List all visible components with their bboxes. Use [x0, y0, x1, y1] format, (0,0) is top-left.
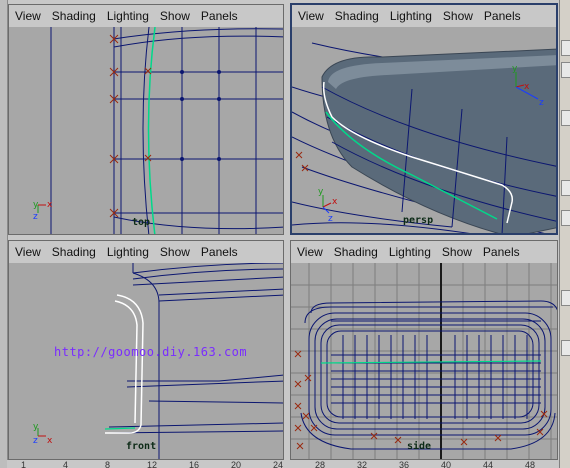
panel-tab[interactable] [561, 110, 570, 126]
menu-view[interactable]: View [15, 9, 41, 23]
viewport-side[interactable]: View Shading Lighting Show Panels side [290, 240, 558, 460]
menu-panels[interactable]: Panels [201, 245, 238, 259]
viewport-persp[interactable]: View Shading Lighting Show Panels y x z … [290, 3, 558, 235]
panel-menubar: View Shading Lighting Show Panels [291, 241, 557, 263]
viewport-front[interactable]: View Shading Lighting Show Panels y z x … [8, 240, 284, 460]
svg-text:x: x [524, 82, 530, 92]
axis-gizmo-top: y x z [33, 200, 53, 222]
menu-shading[interactable]: Shading [52, 245, 96, 259]
time-tick: 8 [105, 460, 111, 468]
panel-tab[interactable] [561, 210, 570, 226]
menu-lighting[interactable]: Lighting [107, 9, 149, 23]
panel-menubar: View Shading Lighting Show Panels [9, 5, 283, 27]
side-view-grid [291, 263, 557, 459]
time-tick: 20 [231, 460, 242, 468]
camera-label-front: front [126, 441, 157, 452]
viewport-canvas-side[interactable]: side [291, 263, 557, 459]
viewport-top[interactable]: View Shading Lighting Show Panels y x z … [8, 4, 284, 235]
panel-tab[interactable] [561, 340, 570, 356]
viewport-canvas-front[interactable]: y z x http://goomoo.diy.163.com front [9, 263, 283, 459]
panel-tab[interactable] [561, 62, 570, 78]
svg-text:z: z [33, 436, 38, 446]
menu-lighting[interactable]: Lighting [390, 9, 432, 23]
menu-view[interactable]: View [15, 245, 41, 259]
camera-label-persp: persp [403, 215, 434, 226]
time-tick: 36 [399, 460, 410, 468]
time-tick: 12 [147, 460, 158, 468]
time-tick: 40 [441, 460, 452, 468]
panel-tab[interactable] [561, 180, 570, 196]
menu-show[interactable]: Show [443, 9, 473, 23]
panel-tab[interactable] [561, 40, 570, 56]
time-tick: 48 [525, 460, 536, 468]
panel-menubar: View Shading Lighting Show Panels [292, 5, 556, 27]
menu-view[interactable]: View [298, 9, 324, 23]
time-tick: 44 [483, 460, 494, 468]
camera-label-top: top [132, 217, 151, 228]
panel-menubar: View Shading Lighting Show Panels [9, 241, 283, 263]
menu-view[interactable]: View [297, 245, 323, 259]
front-view-curves: y z x [33, 263, 283, 459]
svg-text:y: y [512, 64, 518, 74]
axis-gizmo-front: y z x [33, 422, 53, 446]
menu-shading[interactable]: Shading [335, 9, 379, 23]
top-view-curves: y x z [33, 27, 283, 234]
menu-lighting[interactable]: Lighting [389, 245, 431, 259]
right-panel-strip [559, 0, 570, 468]
left-tool-strip [0, 0, 8, 468]
svg-text:x: x [332, 197, 338, 207]
time-tick: 32 [357, 460, 368, 468]
menu-lighting[interactable]: Lighting [107, 245, 149, 259]
menu-panels[interactable]: Panels [483, 245, 520, 259]
svg-text:y: y [33, 200, 39, 210]
time-slider[interactable]: 1 4 8 12 16 20 24 28 32 36 40 44 48 [7, 460, 559, 468]
menu-panels[interactable]: Panels [201, 9, 238, 23]
time-tick: 16 [189, 460, 200, 468]
time-tick: 1 [21, 460, 27, 468]
axis-gizmo-persp: y x z [318, 187, 338, 224]
maya-workspace: View Shading Lighting Show Panels y x z … [0, 0, 570, 468]
time-tick: 28 [315, 460, 326, 468]
menu-show[interactable]: Show [442, 245, 472, 259]
svg-text:z: z [539, 98, 544, 108]
svg-text:z: z [328, 214, 333, 224]
svg-text:y: y [33, 422, 39, 432]
viewport-canvas-top[interactable]: y x z top [9, 27, 283, 234]
menu-show[interactable]: Show [160, 245, 190, 259]
menu-shading[interactable]: Shading [52, 9, 96, 23]
svg-text:x: x [47, 200, 53, 210]
menu-panels[interactable]: Panels [484, 9, 521, 23]
menu-show[interactable]: Show [160, 9, 190, 23]
svg-text:y: y [318, 187, 324, 197]
time-tick: 24 [273, 460, 284, 468]
watermark-url: http://goomoo.diy.163.com [54, 345, 248, 359]
camera-label-side: side [407, 441, 432, 452]
panel-tab[interactable] [561, 290, 570, 306]
menu-shading[interactable]: Shading [334, 245, 378, 259]
time-tick: 4 [63, 460, 69, 468]
viewport-canvas-persp[interactable]: y x z y x z persp [292, 27, 556, 233]
svg-text:x: x [47, 436, 53, 446]
svg-text:z: z [33, 212, 38, 222]
persp-model: y x z y x z [292, 42, 556, 233]
